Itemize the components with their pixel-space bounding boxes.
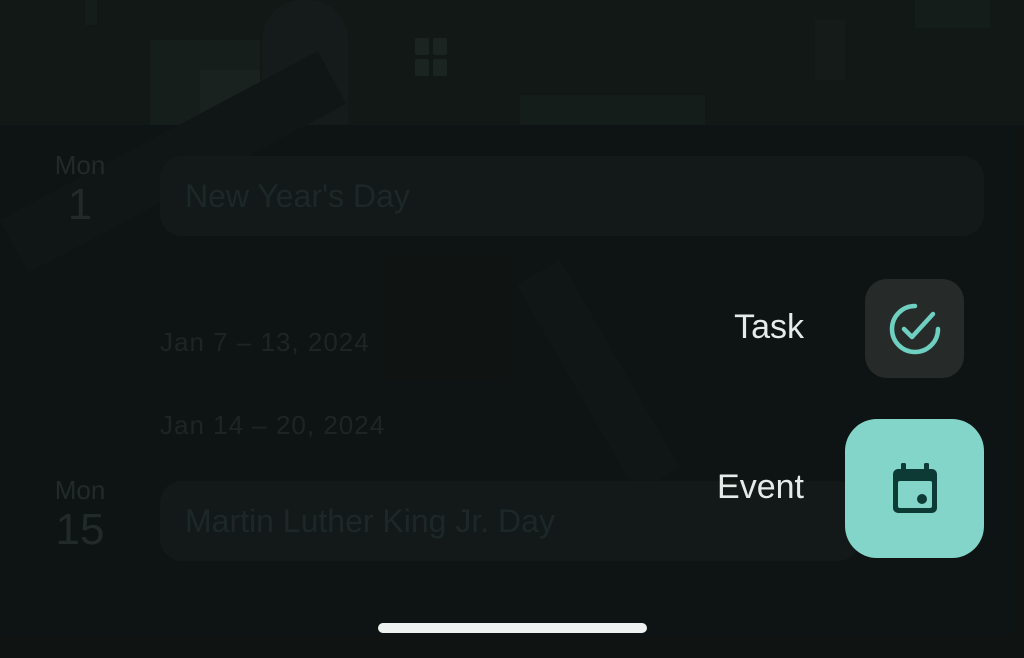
calendar-event-icon: [892, 462, 937, 513]
home-indicator[interactable]: [378, 623, 647, 633]
task-check-icon: [889, 303, 940, 354]
event-button[interactable]: [845, 419, 984, 558]
event-label[interactable]: Event: [717, 468, 804, 507]
task-button[interactable]: [865, 279, 964, 378]
app-screen: Mon 1 New Year's Day Jan 7 – 13, 2024 Ja…: [0, 0, 1024, 658]
task-label[interactable]: Task: [734, 308, 804, 347]
